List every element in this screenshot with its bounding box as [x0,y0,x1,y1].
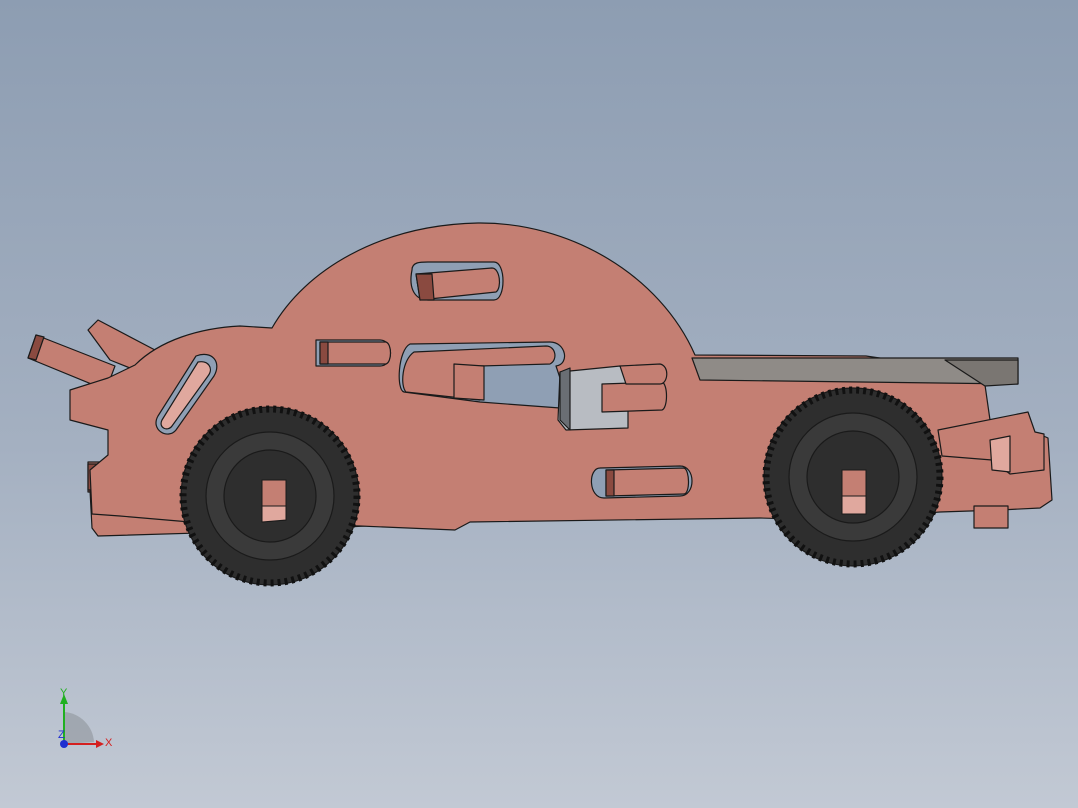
x-axis-arrow [96,740,104,748]
z-axis-dot [60,740,68,748]
z-axis-label: Z [58,729,65,741]
front-wheel[interactable] [762,386,944,568]
triad-arc [64,712,94,744]
coordinate-triad: Y X Z [58,687,113,749]
graphics-viewport[interactable]: Y X Z [0,0,1078,808]
x-axis-label: X [105,737,113,749]
body-slot-mid-left [315,339,392,367]
car-model[interactable] [0,0,1078,808]
body-slot-top [410,261,504,301]
y-axis-label: Y [60,687,68,699]
rear-wheel[interactable] [179,405,361,587]
body-slot-bottom [590,465,693,499]
